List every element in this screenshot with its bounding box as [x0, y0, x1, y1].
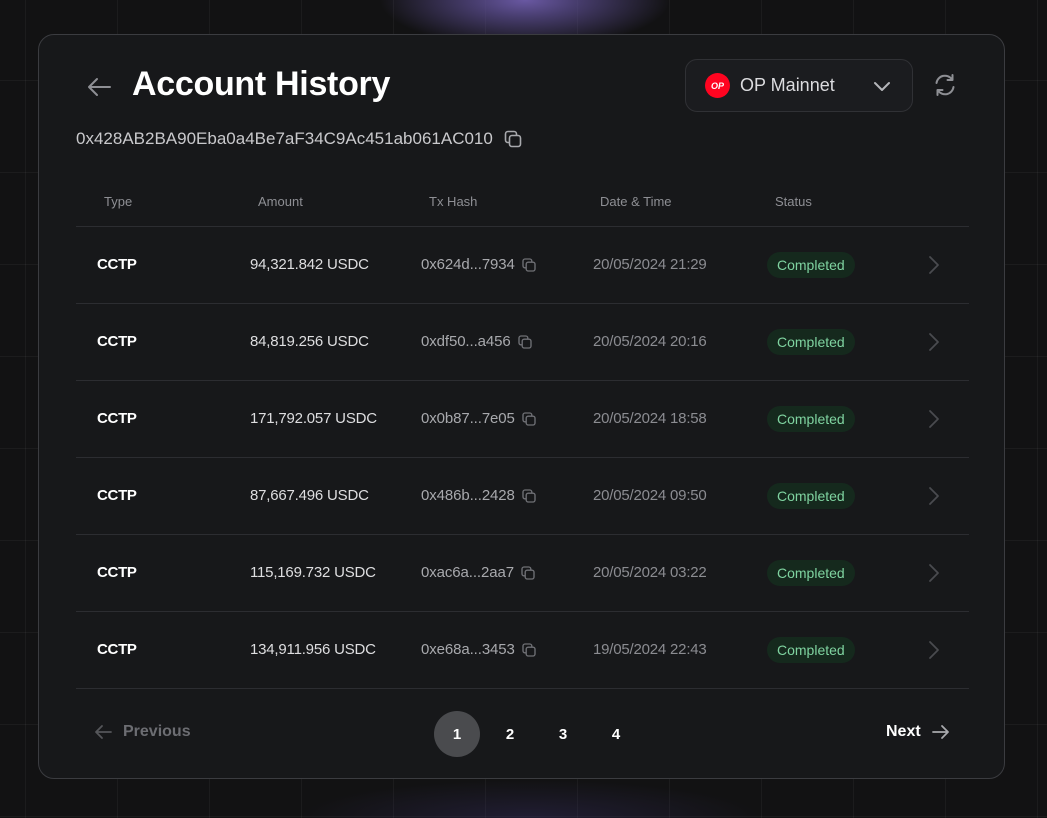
- row-type: CCTP: [97, 333, 137, 350]
- row-amount: 87,667.496 USDC: [250, 487, 369, 504]
- tx-hash-text[interactable]: 0xdf50...a456: [421, 333, 511, 350]
- row-date-time: 20/05/2024 20:16: [593, 333, 707, 350]
- row-date-time: 20/05/2024 18:58: [593, 410, 707, 427]
- copy-icon: [504, 130, 522, 148]
- background-glow-bottom: [300, 780, 760, 818]
- tx-hash-text[interactable]: 0x624d...7934: [421, 256, 515, 273]
- refresh-icon: [935, 74, 955, 96]
- row-date-time: 20/05/2024 03:22: [593, 564, 707, 581]
- table-row[interactable]: CCTP 87,667.496 USDC 0x486b...2428 20/05/20…: [76, 458, 969, 535]
- table-row[interactable]: CCTP 134,911.956 USDC 0xe68a...3453 19/05/2…: [76, 612, 969, 689]
- previous-label: Previous: [123, 723, 191, 740]
- tx-hash-text[interactable]: 0x0b87...7e05: [421, 410, 515, 427]
- row-date-time: 20/05/2024 21:29: [593, 256, 707, 273]
- pagination: Previous 1 2 3 4 Next: [39, 711, 1004, 759]
- tx-hash-text[interactable]: 0x486b...2428: [421, 487, 515, 504]
- row-date-time: 19/05/2024 22:43: [593, 641, 707, 658]
- column-header-amount: Amount: [258, 194, 303, 209]
- table-row[interactable]: CCTP 171,792.057 USDC 0x0b87...7e05 20/05/2…: [76, 381, 969, 458]
- tx-hash-text[interactable]: 0xe68a...3453: [421, 641, 515, 658]
- copy-icon: [521, 565, 535, 580]
- arrow-right-icon: [931, 725, 949, 739]
- chevron-right-icon: [929, 564, 939, 582]
- copy-icon: [522, 642, 536, 657]
- account-address: 0x428AB2BA90Eba0a4Be7aF34C9Ac451ab061AC0…: [76, 129, 493, 148]
- table-row[interactable]: CCTP 94,321.842 USDC 0x624d...7934 20/05/20…: [76, 227, 969, 304]
- copy-hash-button[interactable]: [521, 642, 537, 658]
- row-type: CCTP: [97, 641, 137, 658]
- back-button[interactable]: [85, 73, 113, 101]
- copy-hash-button[interactable]: [521, 488, 537, 504]
- table-row[interactable]: CCTP 115,169.732 USDC 0xac6a...2aa7 20/05/2…: [76, 535, 969, 612]
- chevron-right-icon: [929, 410, 939, 428]
- copy-hash-button[interactable]: [517, 334, 533, 350]
- arrow-left-icon: [88, 78, 111, 96]
- column-header-type: Type: [104, 194, 133, 209]
- network-select[interactable]: OP OP Mainnet: [685, 59, 913, 112]
- status-badge: Completed: [767, 406, 855, 432]
- column-header-status: Status: [775, 194, 812, 209]
- copy-icon: [522, 257, 536, 272]
- row-tx-hash: 0xac6a...2aa7: [421, 564, 536, 581]
- chevron-right-icon: [929, 487, 939, 505]
- copy-icon: [522, 411, 536, 426]
- chevron-right-icon: [929, 256, 939, 274]
- row-tx-hash: 0x0b87...7e05: [421, 410, 537, 427]
- copy-hash-button[interactable]: [521, 257, 537, 273]
- page-title: Account History: [132, 65, 391, 103]
- next-button[interactable]: Next: [886, 723, 951, 741]
- row-amount: 171,792.057 USDC: [250, 410, 377, 427]
- row-tx-hash: 0x486b...2428: [421, 487, 537, 504]
- status-badge: Completed: [767, 560, 855, 586]
- row-amount: 84,819.256 USDC: [250, 333, 369, 350]
- status-badge: Completed: [767, 483, 855, 509]
- row-date-time: 20/05/2024 09:50: [593, 487, 707, 504]
- status-badge: Completed: [767, 329, 855, 355]
- arrow-left-icon: [95, 725, 112, 739]
- row-tx-hash: 0xdf50...a456: [421, 333, 533, 350]
- account-address-row: 0x428AB2BA90Eba0a4Be7aF34C9Ac451ab061AC0…: [76, 129, 523, 149]
- op-network-logo: OP: [705, 73, 730, 98]
- column-header-tx-hash: Tx Hash: [429, 194, 478, 209]
- table-row[interactable]: CCTP 84,819.256 USDC 0xdf50...a456 20/05/20…: [76, 304, 969, 381]
- column-header-date-time: Date & Time: [600, 194, 672, 209]
- row-type: CCTP: [97, 487, 137, 504]
- previous-button[interactable]: Previous: [93, 723, 191, 741]
- account-history-card: Account History 0x428AB2BA90Eba0a4Be7aF3…: [38, 34, 1005, 779]
- row-tx-hash: 0xe68a...3453: [421, 641, 537, 658]
- table-body: CCTP 94,321.842 USDC 0x624d...7934 20/05/20…: [76, 227, 969, 689]
- header: Account History 0x428AB2BA90Eba0a4Be7aF3…: [39, 35, 1004, 148]
- history-table: Type Amount Tx Hash Date & Time Status C…: [76, 180, 969, 689]
- copy-hash-button[interactable]: [521, 411, 537, 427]
- copy-hash-button[interactable]: [520, 565, 536, 581]
- copy-icon: [517, 334, 532, 349]
- network-name: OP Mainnet: [740, 75, 835, 95]
- tx-hash-text[interactable]: 0xac6a...2aa7: [421, 564, 514, 581]
- row-type: CCTP: [97, 564, 137, 581]
- chevron-right-icon: [929, 333, 939, 351]
- page-button-3[interactable]: 3: [540, 711, 586, 757]
- row-tx-hash: 0x624d...7934: [421, 256, 537, 273]
- status-badge: Completed: [767, 637, 855, 663]
- row-type: CCTP: [97, 410, 137, 427]
- row-amount: 134,911.956 USDC: [250, 641, 376, 658]
- row-amount: 94,321.842 USDC: [250, 256, 369, 273]
- row-amount: 115,169.732 USDC: [250, 564, 376, 581]
- chevron-right-icon: [929, 641, 939, 659]
- page-button-4[interactable]: 4: [593, 711, 639, 757]
- status-badge: Completed: [767, 252, 855, 278]
- copy-icon: [522, 488, 536, 503]
- refresh-button[interactable]: [932, 72, 958, 98]
- chevron-down-icon: [874, 82, 890, 91]
- copy-address-button[interactable]: [503, 129, 523, 149]
- page-button-1[interactable]: 1: [434, 711, 480, 757]
- next-label: Next: [886, 723, 921, 740]
- row-type: CCTP: [97, 256, 137, 273]
- table-header: Type Amount Tx Hash Date & Time Status: [76, 180, 969, 227]
- page-button-2[interactable]: 2: [487, 711, 533, 757]
